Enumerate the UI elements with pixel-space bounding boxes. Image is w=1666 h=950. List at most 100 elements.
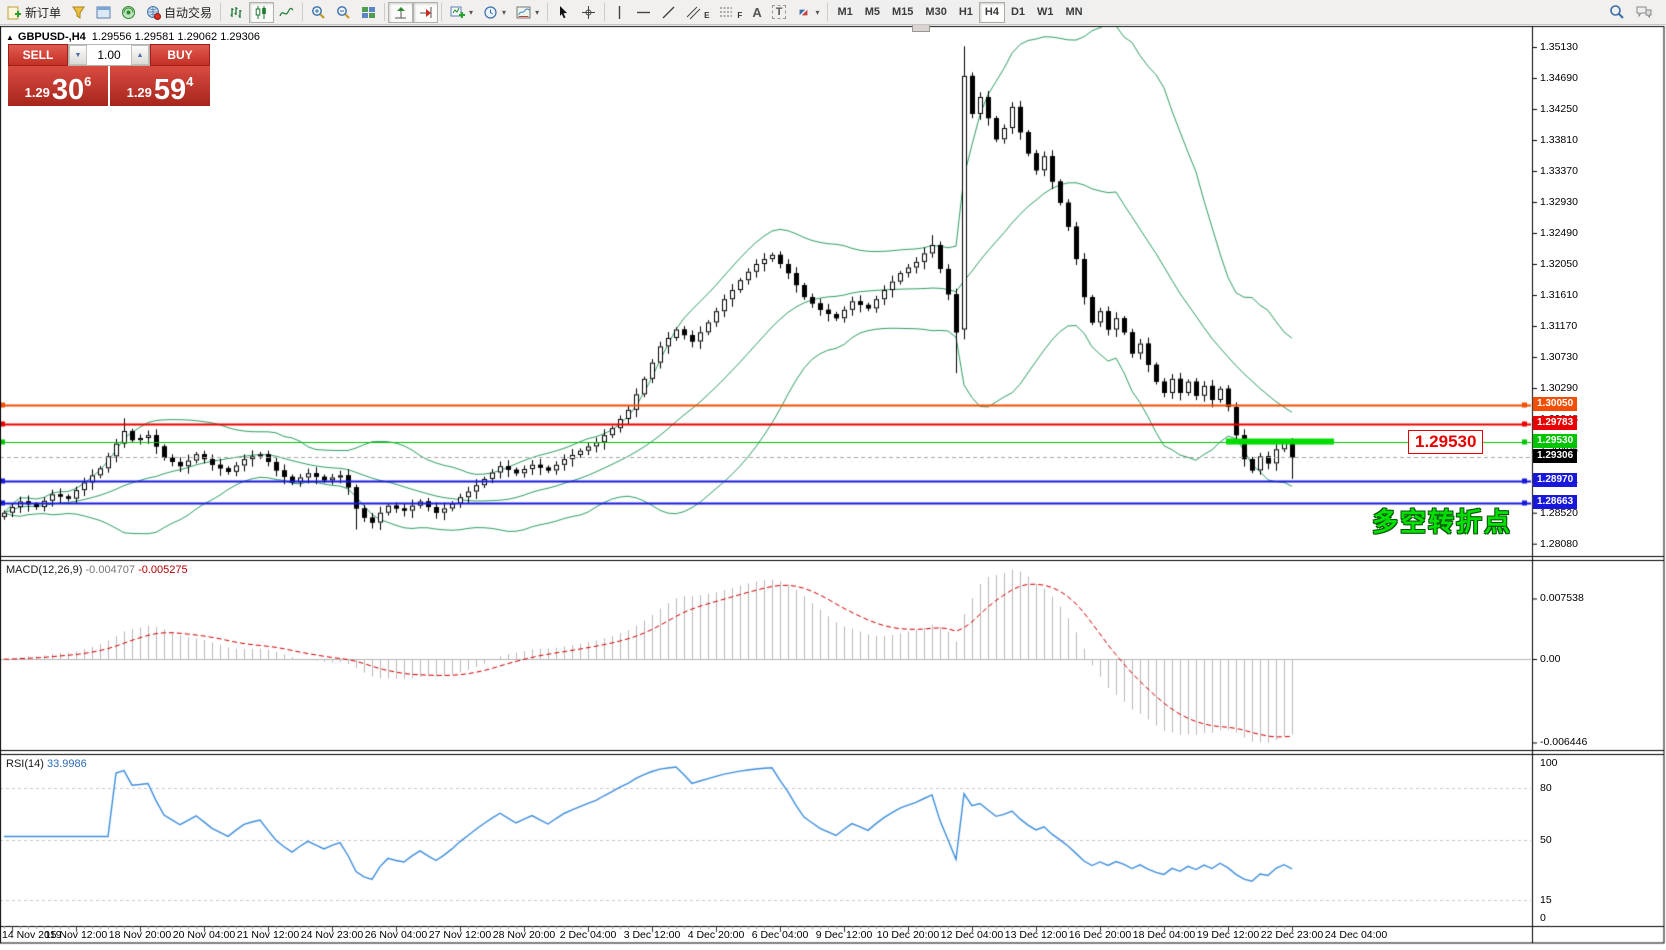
chart-title: ▲GBPUSD-,H41.29556 1.29581 1.29062 1.293… — [6, 31, 260, 43]
price-axis-tick: 1.35130 — [1540, 41, 1578, 53]
line-chart-icon — [279, 5, 294, 20]
time-axis-label: 10 Dec 20:00 — [877, 929, 939, 941]
crosshair-button[interactable] — [576, 2, 601, 23]
timeframe-m1-button[interactable]: M1 — [831, 2, 858, 23]
time-axis-label: 13 Dec 12:00 — [1005, 929, 1067, 941]
rsi-axis-tick: 100 — [1540, 757, 1558, 769]
volume-increase-button[interactable]: ▲ — [131, 45, 149, 65]
macd-indicator-label: MACD(12,26,9) -0.004707 -0.005275 — [6, 564, 188, 576]
fibonacci-icon — [719, 5, 734, 20]
rsi-axis-tick: 50 — [1540, 834, 1552, 846]
one-click-collapse-icon[interactable]: ▲ — [6, 33, 14, 42]
time-axis-label: 9 Dec 12:00 — [816, 929, 873, 941]
toolbar-separator — [220, 3, 221, 21]
tile-windows-button[interactable] — [356, 2, 381, 23]
periods-button[interactable]: ▾ — [478, 2, 511, 23]
price-axis-tick: 1.34250 — [1540, 103, 1578, 115]
arrows-button[interactable]: ▾ — [791, 2, 824, 23]
line-chart-button[interactable] — [274, 2, 299, 23]
price-axis-tick: 1.34690 — [1540, 72, 1578, 84]
sell-price-button[interactable]: 1.29 30 6 — [8, 66, 108, 106]
rsi-axis-tick: 0 — [1540, 912, 1546, 924]
time-axis-label: 2 Dec 04:00 — [560, 929, 617, 941]
clock-icon — [483, 5, 498, 20]
timeframe-m30-button[interactable]: M30 — [919, 2, 952, 23]
market-watch-icon — [96, 5, 111, 20]
one-click-trading-panel: SELL ▼ ▲ BUY 1.29 30 6 1.29 59 4 — [8, 44, 210, 106]
autotrading-button[interactable]: 自动交易 — [141, 2, 217, 23]
buy-price-prefix: 1.29 — [127, 85, 152, 100]
profile-button[interactable] — [66, 2, 91, 23]
new-order-button[interactable]: 新订单 — [2, 2, 66, 23]
turning-point-annotation[interactable]: 多空转折点 — [1372, 502, 1512, 539]
auto-scroll-icon — [418, 5, 433, 20]
timeframe-m15-button[interactable]: M15 — [886, 2, 919, 23]
candlestick-chart-button[interactable] — [249, 2, 274, 23]
signals-button[interactable] — [116, 2, 141, 23]
timeframe-mn-button[interactable]: MN — [1060, 2, 1089, 23]
text-button[interactable]: A — [747, 2, 766, 23]
volume-stepper: ▼ ▲ — [68, 44, 150, 66]
profile-icon — [71, 5, 86, 20]
new-chart-button[interactable]: ▾ — [445, 2, 478, 23]
chevron-down-icon: ▾ — [535, 8, 539, 17]
timeframe-h4-button[interactable]: H4 — [979, 2, 1005, 23]
buy-button[interactable]: BUY — [150, 44, 210, 66]
price-axis-tick: 1.30730 — [1540, 351, 1578, 363]
text-icon: A — [752, 5, 761, 20]
timeframe-h1-button[interactable]: H1 — [953, 2, 979, 23]
price-chart-canvas[interactable] — [0, 0, 1666, 950]
zoom-out-button[interactable] — [331, 2, 356, 23]
bar-chart-icon — [229, 5, 244, 20]
time-axis-label: 6 Dec 04:00 — [752, 929, 809, 941]
sell-price-prefix: 1.29 — [25, 85, 50, 100]
search-button[interactable] — [1604, 2, 1630, 23]
volume-input[interactable] — [87, 45, 131, 65]
fibonacci-button[interactable]: F — [714, 2, 747, 23]
bar-chart-button[interactable] — [224, 2, 249, 23]
symbol-period-label: GBPUSD-,H4 — [18, 31, 86, 43]
toolbar-separator — [547, 3, 548, 21]
volume-decrease-button[interactable]: ▼ — [69, 45, 87, 65]
macd-signal-value: -0.005275 — [138, 564, 188, 576]
price-line-tag: 1.29530 — [1533, 434, 1577, 448]
time-axis-label: 27 Nov 12:00 — [429, 929, 491, 941]
price-line-tag: 1.29783 — [1533, 416, 1577, 430]
text-label-icon: T — [772, 5, 787, 19]
signals-icon — [121, 5, 136, 20]
channel-icon — [686, 5, 701, 20]
chat-button[interactable] — [1630, 2, 1658, 23]
chat-icon — [1635, 4, 1653, 20]
auto-scroll-button[interactable] — [413, 2, 438, 23]
macd-axis-tick: 0.007538 — [1540, 592, 1584, 604]
templates-button[interactable]: ▾ — [511, 2, 544, 23]
chart-shift-icon — [393, 5, 408, 20]
market-watch-button[interactable] — [91, 2, 116, 23]
toolbar-separator — [384, 3, 385, 21]
cursor-button[interactable] — [551, 2, 576, 23]
buy-price-button[interactable]: 1.29 59 4 — [110, 66, 210, 106]
chart-shift-button[interactable] — [388, 2, 413, 23]
search-icon — [1609, 4, 1625, 20]
price-level-callout[interactable]: 1.29530 — [1408, 430, 1483, 454]
pane-splitter-grip[interactable] — [912, 25, 930, 32]
sell-button[interactable]: SELL — [8, 44, 68, 66]
new-order-icon — [7, 5, 22, 20]
new-chart-icon — [450, 5, 465, 20]
time-axis-label: 20 Nov 04:00 — [173, 929, 235, 941]
time-axis-label: 12 Dec 04:00 — [941, 929, 1003, 941]
timeframe-w1-button[interactable]: W1 — [1031, 2, 1060, 23]
new-order-label: 新订单 — [25, 4, 61, 21]
vertical-line-button[interactable] — [608, 2, 631, 23]
timeframe-d1-button[interactable]: D1 — [1005, 2, 1031, 23]
time-axis-label: 18 Dec 04:00 — [1133, 929, 1195, 941]
macd-axis-tick: -0.006446 — [1540, 736, 1587, 748]
toolbar-separator — [604, 3, 605, 21]
trendline-button[interactable] — [656, 2, 681, 23]
horizontal-line-button[interactable] — [631, 2, 656, 23]
zoom-in-button[interactable] — [306, 2, 331, 23]
equidistant-channel-button[interactable]: E — [681, 2, 714, 23]
toolbar: 新订单 自动交易 — [0, 0, 1666, 25]
text-label-button[interactable]: T — [767, 2, 792, 23]
timeframe-m5-button[interactable]: M5 — [859, 2, 886, 23]
